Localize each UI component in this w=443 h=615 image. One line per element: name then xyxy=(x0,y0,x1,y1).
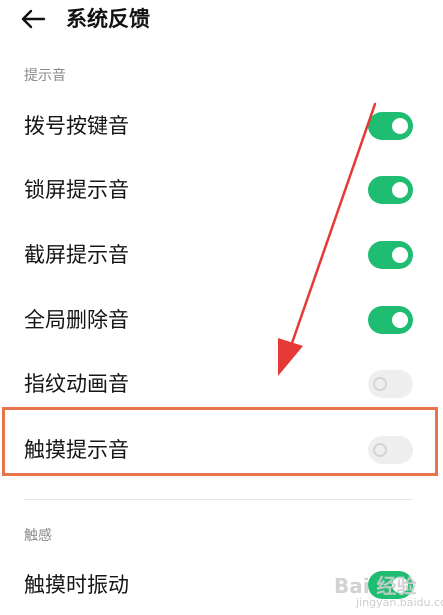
toggle-knob xyxy=(373,443,387,457)
setting-label: 全局删除音 xyxy=(24,308,129,332)
setting-row-screenshot-sound[interactable]: 截屏提示音 xyxy=(0,225,443,285)
toggle-switch[interactable] xyxy=(368,112,413,140)
setting-label: 指纹动画音 xyxy=(24,372,129,396)
setting-row-fingerprint-animation-sound[interactable]: 指纹动画音 xyxy=(0,354,443,414)
toggle-knob xyxy=(392,247,408,263)
setting-label: 截屏提示音 xyxy=(24,243,129,267)
system-feedback-screen: 系统反馈 提示音 拨号按键音 锁屏提示音 截屏提示音 全局删除音 指纹动画音 触… xyxy=(0,0,443,615)
setting-label: 锁屏提示音 xyxy=(24,178,129,202)
toggle-switch[interactable] xyxy=(368,370,413,398)
setting-label: 拨号按键音 xyxy=(24,114,129,138)
setting-row-vibrate-on-touch[interactable]: 触摸时振动 xyxy=(0,555,443,615)
setting-row-touch-sound[interactable]: 触摸提示音 xyxy=(0,420,443,480)
back-arrow-icon[interactable] xyxy=(20,8,46,30)
toggle-switch[interactable] xyxy=(368,176,413,204)
section-divider xyxy=(24,499,413,500)
setting-row-dial-keytone[interactable]: 拨号按键音 xyxy=(0,96,443,156)
toggle-switch[interactable] xyxy=(368,241,413,269)
page-title: 系统反馈 xyxy=(66,7,150,31)
setting-row-global-delete-sound[interactable]: 全局删除音 xyxy=(0,290,443,350)
toggle-knob xyxy=(373,377,387,391)
setting-label: 触摸提示音 xyxy=(24,438,129,462)
toggle-knob xyxy=(392,182,408,198)
toggle-knob xyxy=(392,577,408,593)
toggle-switch[interactable] xyxy=(368,571,413,599)
toggle-knob xyxy=(392,118,408,134)
section-label-haptics: 触感 xyxy=(24,528,52,544)
toggle-switch[interactable] xyxy=(368,436,413,464)
setting-label: 触摸时振动 xyxy=(24,573,129,597)
section-label-sounds: 提示音 xyxy=(24,68,66,84)
toggle-knob xyxy=(392,312,408,328)
toggle-switch[interactable] xyxy=(368,306,413,334)
header: 系统反馈 xyxy=(0,0,443,44)
setting-row-lockscreen-sound[interactable]: 锁屏提示音 xyxy=(0,160,443,220)
